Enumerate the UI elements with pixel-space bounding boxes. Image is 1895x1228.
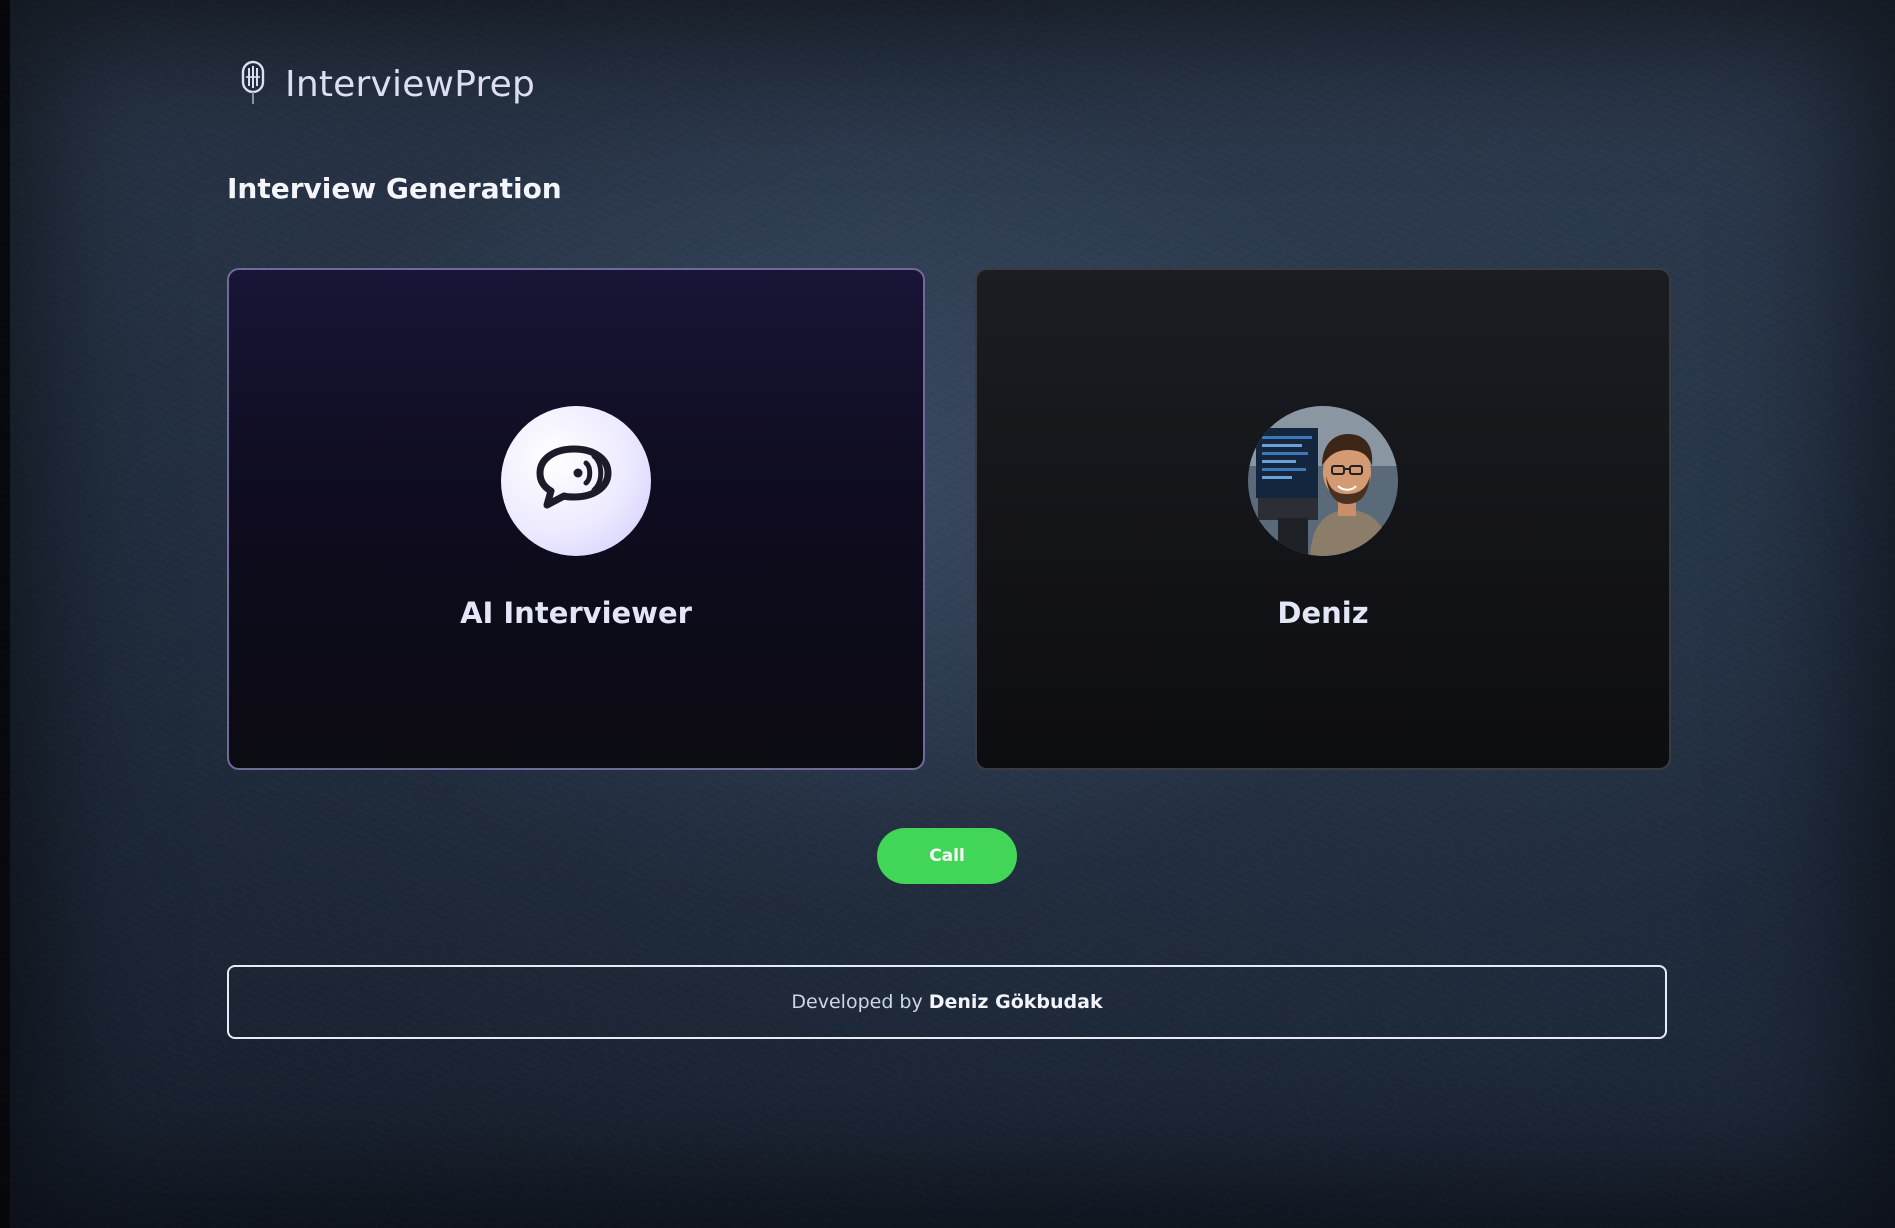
call-actions: Call: [227, 828, 1667, 884]
mic-icon: [239, 58, 267, 110]
brand[interactable]: InterviewPrep: [239, 58, 535, 110]
footer-author: Deniz Gökbudak: [928, 991, 1103, 1013]
voice-chat-icon: [534, 441, 618, 521]
footer-prefix: Developed by: [791, 991, 923, 1013]
footer: Developed by Deniz Gökbudak: [227, 965, 1667, 1039]
app-name: InterviewPrep: [285, 63, 536, 105]
ai-interviewer-label: AI Interviewer: [460, 596, 692, 630]
user-avatar: [1248, 406, 1398, 556]
user-card: Deniz: [975, 268, 1671, 770]
user-label: Deniz: [1277, 596, 1369, 630]
window-edge: [0, 0, 10, 1228]
ai-avatar: [501, 406, 651, 556]
participants: AI Interviewer Deniz: [227, 268, 1671, 770]
page-title: Interview Generation: [227, 172, 562, 205]
ai-interviewer-card: AI Interviewer: [227, 268, 925, 770]
call-button[interactable]: Call: [877, 828, 1017, 884]
